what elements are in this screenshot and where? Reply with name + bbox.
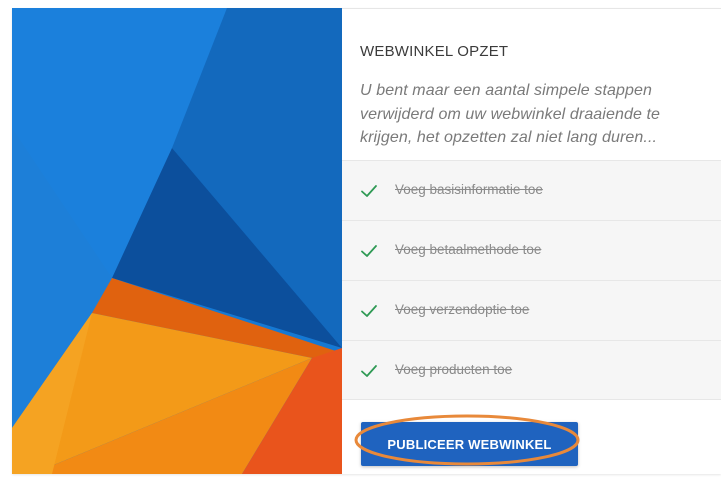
- page-title: WEBWINKEL OPZET: [360, 43, 509, 60]
- step-label: Voeg verzendoptie toe: [395, 302, 530, 317]
- checkmark-icon: [361, 305, 377, 317]
- step-basic-info[interactable]: Voeg basisinformatie toe: [342, 160, 721, 220]
- setup-steps-list: Voeg basisinformatie toe Voeg betaalmeth…: [342, 160, 721, 400]
- checkmark-icon: [361, 245, 377, 257]
- setup-card: WEBWINKEL OPZET U bent maar een aantal s…: [12, 8, 721, 474]
- setup-description: U bent maar een aantal simpele stappen v…: [360, 82, 661, 146]
- step-label: Voeg basisinformatie toe: [395, 182, 543, 197]
- step-label: Voeg producten toe: [395, 362, 513, 377]
- step-payment-method[interactable]: Voeg betaalmethode toe: [342, 220, 721, 280]
- checkmark-icon: [361, 185, 377, 197]
- publish-webshop-button[interactable]: PUBLICEER WEBWINKEL: [361, 422, 578, 466]
- step-label: Voeg betaalmethode toe: [395, 242, 542, 257]
- decorative-illustration: [12, 8, 342, 474]
- setup-panel: WEBWINKEL OPZET U bent maar een aantal s…: [342, 8, 721, 474]
- checkmark-icon: [361, 365, 377, 377]
- step-shipping-option[interactable]: Voeg verzendoptie toe: [342, 280, 721, 340]
- step-products[interactable]: Voeg producten toe: [342, 340, 721, 400]
